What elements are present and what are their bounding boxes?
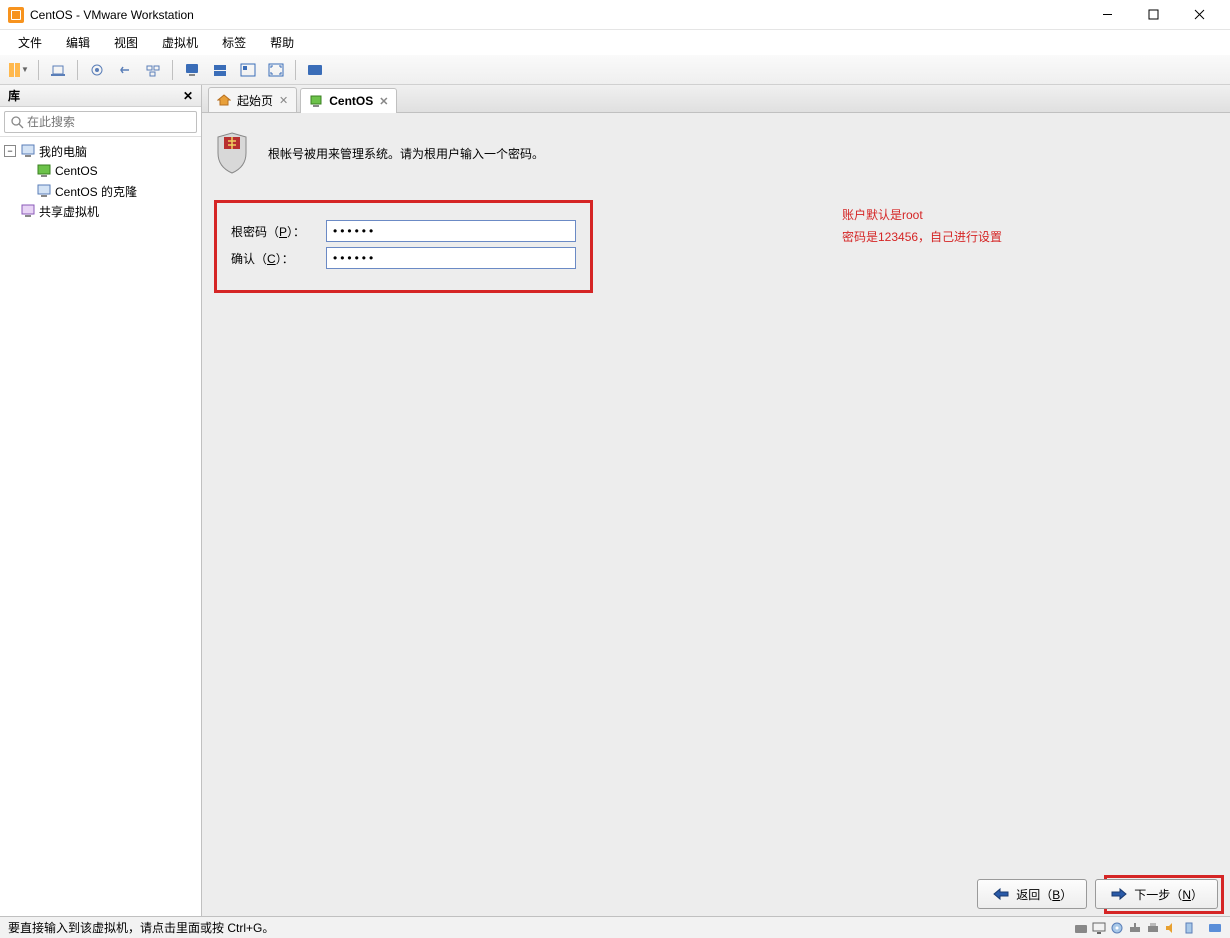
tab-centos[interactable]: CentOS ✕ [300,88,397,113]
window-title: CentOS - VMware Workstation [30,8,1084,22]
menu-file[interactable]: 文件 [8,32,52,53]
annotation-line1: 账户默认是root [842,205,1002,227]
appliance-view-button[interactable] [207,58,233,82]
sound-icon[interactable] [1164,921,1178,935]
maximize-button[interactable] [1130,0,1176,30]
arrow-left-icon [992,887,1010,901]
usb-icon[interactable] [1182,921,1196,935]
statusbar: 要直接输入到该虚拟机，请点击里面或按 Ctrl+G。 [0,916,1230,938]
sidebar-close-button[interactable]: ✕ [183,89,193,103]
search-icon [10,115,24,129]
menubar: 文件 编辑 视图 虚拟机 标签 帮助 [0,30,1230,55]
cd-icon[interactable] [1110,921,1124,935]
tab-home[interactable]: 起始页 ✕ [208,87,297,112]
separator [172,60,173,80]
tab-label: 起始页 [237,92,273,109]
password-form-highlight: 根密码（P）： 确认（C）： [214,200,593,293]
installer-content[interactable]: 根帐号被用来管理系统。请为根用户输入一个密码。 根密码（P）： 确认（C）： 账… [202,113,1230,916]
console-view-button[interactable] [179,58,205,82]
search-input[interactable] [4,111,197,133]
arrow-right-icon [1110,887,1128,901]
toolbar: ▼ [0,55,1230,85]
snapshot-button[interactable] [84,58,110,82]
tree-label: 我的电脑 [39,143,87,160]
message-icon[interactable] [1208,921,1222,935]
thumbnail-bar-button[interactable] [302,58,328,82]
tree-label: 共享虚拟机 [39,203,99,220]
tree-my-computer[interactable]: − 我的电脑 [4,141,197,161]
menu-edit[interactable]: 编辑 [56,32,100,53]
vm-running-icon [309,94,323,108]
manage-snapshots-button[interactable] [140,58,166,82]
separator [38,60,39,80]
vm-icon [36,183,52,199]
shield-icon [214,131,250,175]
minimize-button[interactable] [1084,0,1130,30]
main-area: 起始页 ✕ CentOS ✕ 根帐号被用来管理系统。请为根用户输入一个密码。 [202,85,1230,916]
tab-close-icon[interactable]: ✕ [279,94,288,107]
computer-icon [20,143,36,159]
home-icon [217,93,231,107]
tree-shared-vms[interactable]: 共享虚拟机 [20,201,197,221]
revert-button[interactable] [112,58,138,82]
tree-centos-clone[interactable]: CentOS 的克隆 [36,181,197,201]
confirm-password-label: 确认（C）： [231,250,326,267]
separator [295,60,296,80]
menu-help[interactable]: 帮助 [260,32,304,53]
disk-icon[interactable] [1074,921,1088,935]
monitor-icon[interactable] [1092,921,1106,935]
collapse-icon[interactable]: − [4,145,16,157]
sidebar-title: 库 [8,87,20,104]
next-button[interactable]: 下一步（N） [1095,879,1218,909]
status-text: 要直接输入到该虚拟机，请点击里面或按 Ctrl+G。 [8,919,274,936]
pause-button[interactable]: ▼ [6,58,32,82]
fullscreen-button[interactable] [263,58,289,82]
menu-tabs[interactable]: 标签 [212,32,256,53]
menu-view[interactable]: 视图 [104,32,148,53]
status-tray [1074,921,1222,935]
network-icon[interactable] [1128,921,1142,935]
printer-icon[interactable] [1146,921,1160,935]
back-button[interactable]: 返回（B） [977,879,1087,909]
tree-centos[interactable]: CentOS [36,161,197,181]
tab-close-icon[interactable]: ✕ [379,95,388,108]
vm-tree: − 我的电脑 CentOS CentOS 的克隆 共享虚拟机 [0,137,201,916]
app-icon [8,7,24,23]
tabs-row: 起始页 ✕ CentOS ✕ [202,85,1230,113]
sidebar: 库 ✕ − 我的电脑 CentOS CentOS 的克隆 [0,85,202,916]
separator [77,60,78,80]
root-password-input[interactable] [326,220,576,242]
titlebar: CentOS - VMware Workstation [0,0,1230,30]
tree-label: CentOS 的克隆 [55,183,137,200]
vm-running-icon [36,163,52,179]
menu-vm[interactable]: 虚拟机 [152,32,208,53]
annotation-text: 账户默认是root 密码是123456，自己进行设置 [842,205,1002,248]
instruction-text: 根帐号被用来管理系统。请为根用户输入一个密码。 [268,145,544,162]
confirm-password-input[interactable] [326,247,576,269]
shared-icon [20,203,36,219]
tree-label: CentOS [55,164,98,178]
root-password-label: 根密码（P）： [231,223,326,240]
tab-label: CentOS [329,94,373,108]
device-button[interactable] [45,58,71,82]
annotation-line2: 密码是123456，自己进行设置 [842,227,1002,249]
sidebar-header: 库 ✕ [0,85,201,107]
unity-button[interactable] [235,58,261,82]
close-button[interactable] [1176,0,1222,30]
